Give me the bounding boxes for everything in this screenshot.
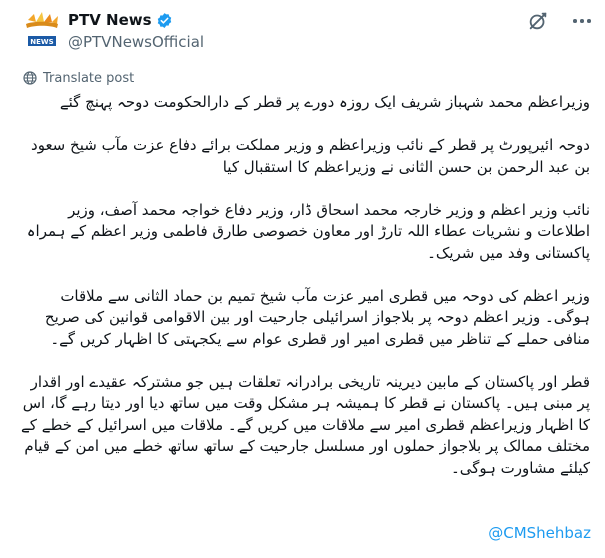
display-name[interactable]: PTV News [68,11,152,29]
post-paragraph: وزیراعظم محمد شہباز شریف ایک روزہ دورے پ… [59,93,590,111]
author-info: PTV News @PTVNewsOfficial [68,10,204,51]
post-text: وزیراعظم محمد شہباز شریف ایک روزہ دورے پ… [14,92,590,479]
post-paragraph: وزیر اعظم کی دوحہ میں قطری امیر عزت مآب … [44,286,590,348]
post-card: NEWS PTV News @PTVNewsOfficial Translate… [0,0,605,558]
ptv-news-logo-icon[interactable]: NEWS [22,12,62,52]
header-actions [527,10,593,32]
more-horizontal-icon[interactable] [571,10,593,32]
globe-icon [23,71,37,85]
account-handle[interactable]: @PTVNewsOfficial [68,33,204,51]
verified-badge-icon [157,12,171,28]
post-paragraph: قطر اور پاکستان کے مابین دیرینہ تاریخی ب… [21,372,590,477]
grok-icon[interactable] [527,10,549,32]
mention-link[interactable]: @CMShehbaz [488,524,591,542]
post-header: NEWS PTV News @PTVNewsOfficial [22,6,593,56]
translate-post-label: Translate post [43,70,135,86]
post-paragraph: نائب وزیر اعظم و وزیر خارجہ محمد اسحاق ڈ… [26,200,590,262]
post-paragraph: دوحہ ائیرپورٹ پر قطر کے نائب وزیراعظم و … [31,136,590,176]
svg-text:NEWS: NEWS [30,38,53,46]
translate-post-link[interactable]: Translate post [22,70,134,86]
